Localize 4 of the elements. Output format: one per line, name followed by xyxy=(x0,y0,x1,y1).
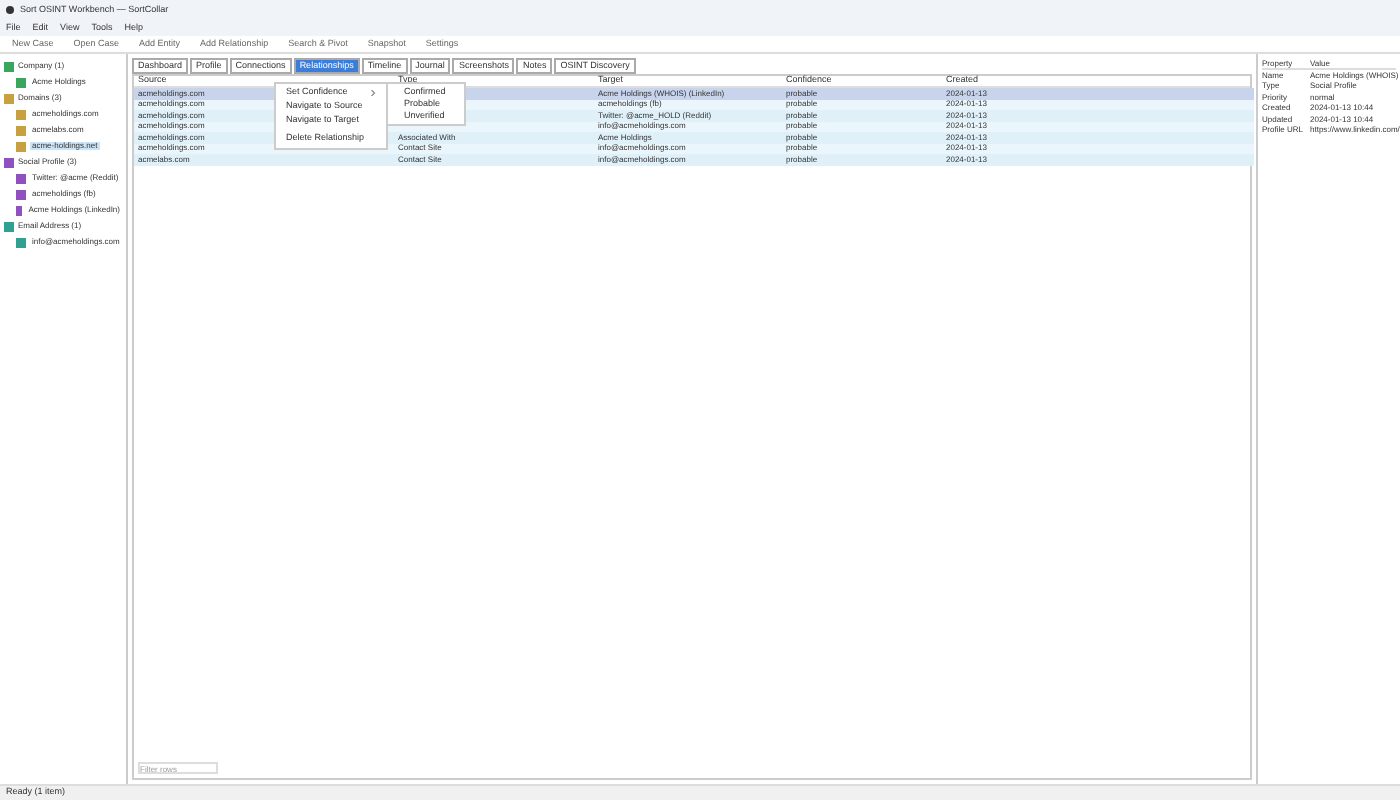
item-icon xyxy=(16,77,26,87)
app-icon xyxy=(6,6,14,14)
item-icon xyxy=(16,237,26,247)
chevron-right-icon xyxy=(370,90,376,96)
